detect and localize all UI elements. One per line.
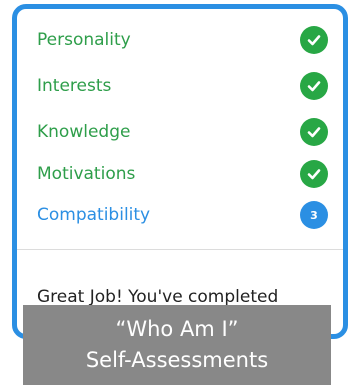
caption-line-1: “Who Am I” <box>115 317 239 341</box>
check-circle-icon <box>300 72 328 100</box>
assessment-item-interests[interactable]: Interests <box>17 64 343 108</box>
check-circle-icon <box>300 118 328 146</box>
screenshot-stage: Personality Interests Knowledge Motivati… <box>0 0 356 385</box>
assessment-label-motivations: Motivations <box>37 164 136 184</box>
assessment-item-compatibility[interactable]: Compatibility 3 <box>17 193 343 237</box>
assessment-item-knowledge[interactable]: Knowledge <box>17 110 343 154</box>
assessment-label-personality: Personality <box>37 30 131 50</box>
count-badge: 3 <box>300 201 328 229</box>
divider <box>17 249 343 250</box>
assessment-item-motivations[interactable]: Motivations <box>17 152 343 196</box>
check-circle-icon <box>300 26 328 54</box>
assessment-label-compatibility: Compatibility <box>37 205 151 225</box>
caption-line-2: Self-Assessments <box>85 348 269 372</box>
assessment-card: Personality Interests Knowledge Motivati… <box>12 4 348 339</box>
assessment-label-knowledge: Knowledge <box>37 122 131 142</box>
assessment-label-interests: Interests <box>37 76 112 96</box>
caption-banner: “Who Am I” Self-Assessments <box>23 305 331 385</box>
check-circle-icon <box>300 160 328 188</box>
count-badge-value: 3 <box>310 208 318 222</box>
assessment-item-personality[interactable]: Personality <box>17 18 343 62</box>
